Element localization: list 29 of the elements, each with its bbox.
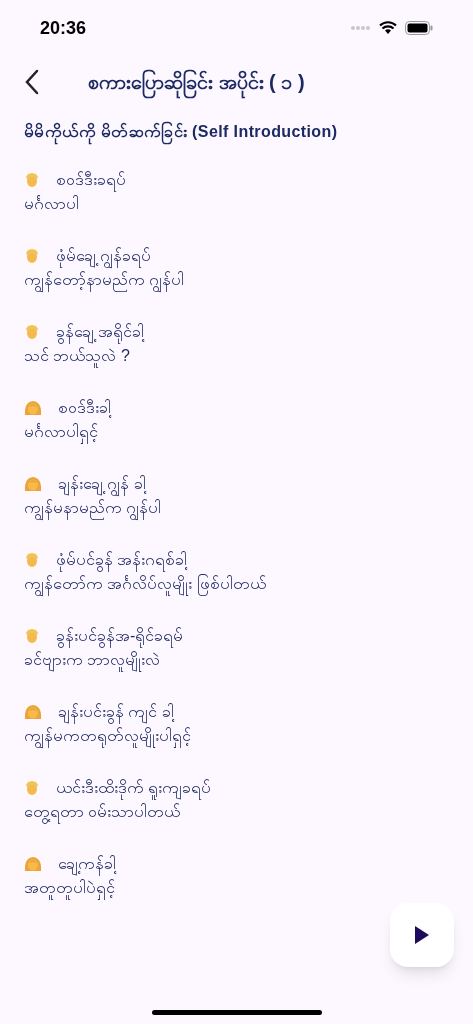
phrase-text: ခွန်ချေ့ အရိုင်ခါ့ [56, 320, 145, 344]
meaning-text: တွေ့ရတာ ဝမ်းသာပါတယ် [24, 800, 181, 826]
status-time: 20:36 [40, 16, 87, 40]
meaning-text: မင်္ဂလာပါ [24, 194, 79, 214]
signal-icon [351, 25, 371, 31]
meaning-text: အတူတူပါပဲရှင့် [24, 876, 115, 902]
play-button[interactable] [390, 903, 454, 967]
phrase-text: ယင်းဒီးထိးဒိုက် ရူးကျခရပ် [56, 776, 212, 800]
meaning-text: ကျွန်မနာမည်က ဂျွန်ပါ [24, 496, 162, 522]
play-icon [415, 926, 429, 944]
section-title: မိမိကိုယ်ကို မိတ်ဆက်ခြင်း (Self Introduction) [24, 120, 449, 144]
meaning-text: သင် ဘယ်သူလဲ ? [24, 344, 130, 370]
meaning-text: မင်္ဂလာပါရှင့် [24, 420, 98, 446]
wifi-icon [379, 21, 397, 35]
phrase-text: ဖုံမ်ပင်ခွန် အန်းဂရစ်ခါ့ [56, 548, 188, 572]
back-icon[interactable] [24, 69, 40, 95]
phrase-text: ချန်းချေ့ ဂျွန် ခါ့ [58, 472, 146, 496]
meaning-text: ကျွန်မကတရုတ်လူမျိုးပါရှင့် [24, 724, 191, 750]
phrase-text: စဝဒ်ဒီးခရပ် [56, 168, 126, 192]
phrase-text: ချန်းပင်းခွန် ကျင် ခါ့ [58, 700, 174, 724]
meaning-text: ကျွန်တော်က အင်္ဂလိပ်လူမျိုး ဖြစ်ပါတယ် [24, 572, 266, 598]
page-title: စကားပြောဆိုခြင်း အပိုင်း ( ၁ ) [88, 67, 305, 97]
phrase-text: ခွန်းပင်ခွန်အ-ရိုင်ခရမ် [56, 624, 184, 648]
phrase-text: ဖုံမ်ချေ့ ဂျွန်ခရပ် [56, 244, 152, 268]
phrase-text: စဝဒ်ဒီးခါ့ [58, 398, 111, 420]
battery-icon [405, 21, 433, 35]
meaning-text: ခင်ဗျားက ဘာလူမျိုးလဲ [24, 648, 161, 674]
meaning-text: ကျွန်တော့်နာမည်က ဂျွန်ပါ [24, 268, 185, 294]
phrase-text: ချေ့ကန်ခါ့ [58, 852, 116, 876]
